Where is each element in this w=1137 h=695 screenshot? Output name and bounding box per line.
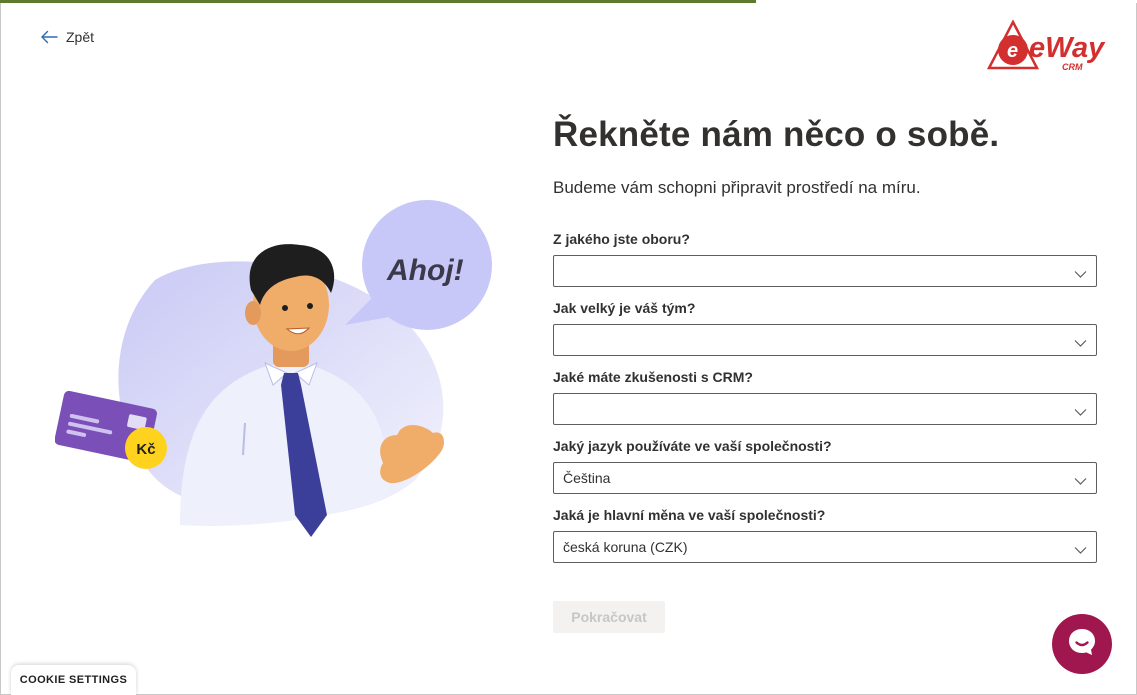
back-link[interactable]: Zpět [40,29,94,45]
chevron-down-icon [1074,542,1087,560]
cookie-settings-button[interactable]: COOKIE SETTINGS [11,665,136,695]
language-label: Jaký jazyk používáte ve vaší společnosti… [553,438,832,454]
page-title: Řekněte nám něco o sobě. [553,115,1000,154]
svg-text:e: e [1007,40,1018,62]
chevron-down-icon [1074,404,1087,422]
currency-dropdown[interactable]: česká koruna (CZK) [553,531,1097,563]
language-dropdown[interactable]: Čeština [553,462,1097,494]
industry-label: Z jakého jste oboru? [553,231,690,247]
back-label: Zpět [66,29,95,45]
speech-bubble-text: Ahoj! [386,254,464,287]
industry-dropdown[interactable] [553,255,1097,287]
crm-experience-field: Jaké máte zkušenosti s CRM? [553,368,1097,425]
welcome-illustration: Ahoj! Kč [54,195,505,555]
chat-button[interactable] [1052,614,1112,674]
progress-bar [0,0,1137,3]
crm-experience-label: Jaké máte zkušenosti s CRM? [553,369,753,385]
team-size-label: Jak velký je váš tým? [553,300,696,316]
language-field: Jaký jazyk používáte ve vaší společnosti… [553,437,1097,494]
progress-bar-fill [0,0,757,3]
continue-button[interactable]: Pokračovat [553,601,665,633]
crm-experience-dropdown[interactable] [553,393,1097,425]
arrow-left-icon [40,30,58,44]
logo-subtext: CRM [1062,62,1083,72]
chevron-down-icon [1074,266,1087,284]
chevron-down-icon [1074,335,1087,353]
currency-badge-text: Kč [136,441,155,458]
team-size-field: Jak velký je váš tým? [553,299,1097,356]
eway-crm-logo: e eWay CRM [985,19,1110,75]
currency-value: česká koruna (CZK) [563,539,688,555]
currency-label: Jaká je hlavní měna ve vaší společnosti? [553,507,826,523]
industry-field: Z jakého jste oboru? [553,230,1097,287]
currency-field: Jaká je hlavní měna ve vaší společnosti?… [553,506,1097,563]
team-size-dropdown[interactable] [553,324,1097,356]
logo-text: eWay [1029,32,1106,64]
page-subtitle: Budeme vám schopni připravit prostředí n… [553,178,921,197]
chevron-down-icon [1074,473,1087,491]
language-value: Čeština [563,470,611,486]
chat-bubble-icon [1066,626,1098,663]
